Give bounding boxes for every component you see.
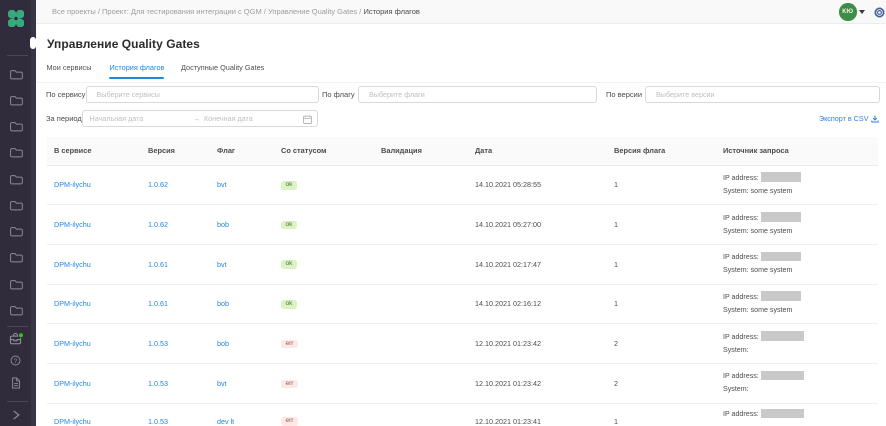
svg-text:?: ? — [14, 357, 18, 364]
